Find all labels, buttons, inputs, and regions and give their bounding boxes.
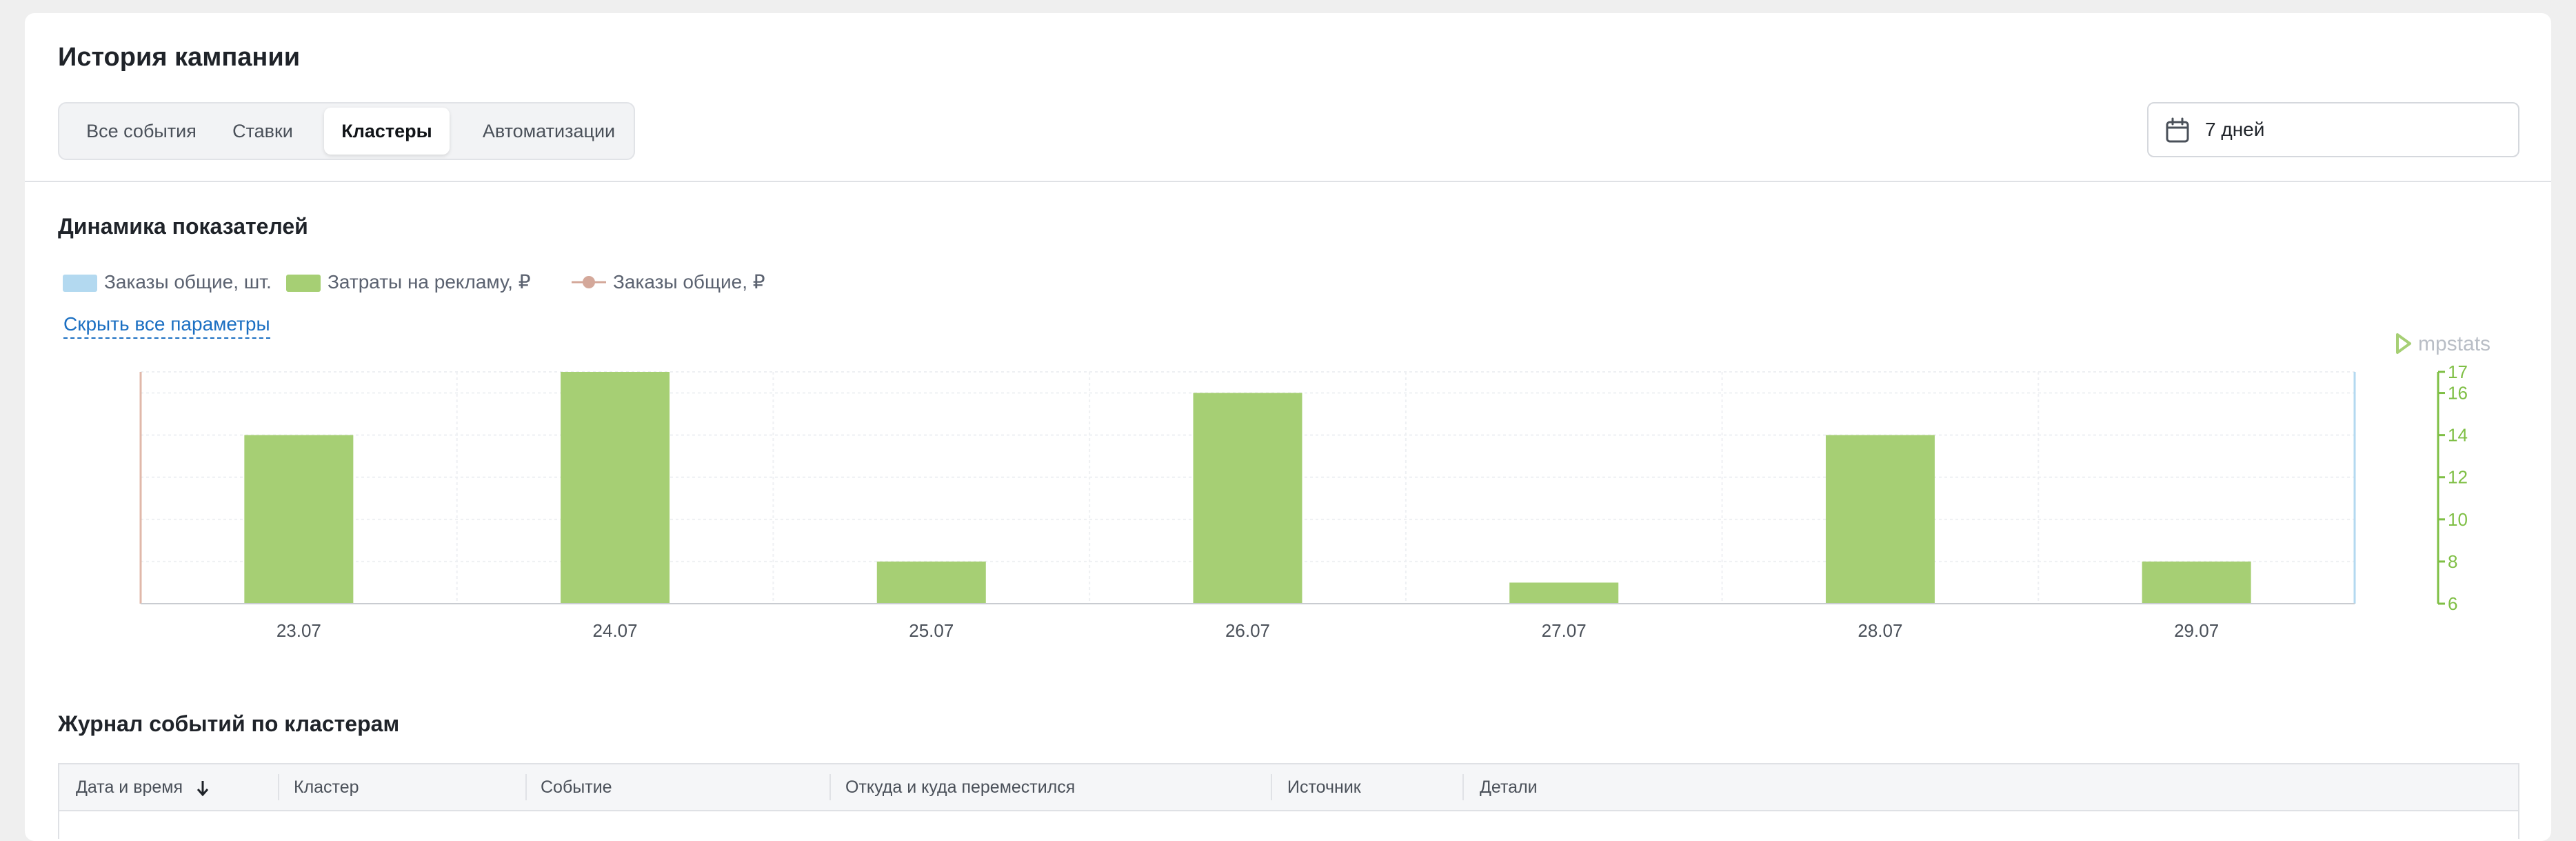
x-tick-label: 29.07 (2174, 620, 2219, 641)
period-label: 7 дней (2205, 119, 2265, 140)
column-separator (525, 774, 527, 800)
sort-desc-icon (197, 781, 209, 797)
header-divider (25, 181, 2551, 182)
metrics-title: Динамика показателей (58, 214, 308, 239)
chart-bars (244, 372, 2251, 604)
x-tick-label: 26.07 (1225, 620, 1270, 641)
table-row[interactable] (58, 811, 2519, 839)
watermark-text: mpstats (2418, 333, 2491, 355)
legend-label-ad-spend: Затраты на рекламу, ₽ (328, 271, 531, 293)
chart-y-labels: 1716 14 12 10 8 6 (2448, 362, 2468, 614)
legend-swatch-ad-spend (286, 275, 321, 292)
bar-26.07 (1193, 393, 1302, 604)
col-source: Источник (1287, 778, 1361, 797)
col-moved: Откуда и куда переместился (845, 778, 1076, 797)
metrics-chart: 23.07 24.07 25.07 26.07 27.07 28.07 29.07 1716… (139, 362, 2468, 641)
x-tick-label: 24.07 (593, 620, 638, 641)
y-tick-label: 16 (2448, 383, 2468, 404)
col-date-time-label: Дата и время (76, 778, 183, 797)
legend-swatch-orders-count (63, 275, 97, 292)
page-title: История кампании (58, 43, 301, 72)
history-tabs: Все события Ставки Кластеры Автоматизаци… (58, 102, 635, 160)
campaign-history-card: История кампании Все события Ставки Клас… (25, 13, 2551, 841)
y-tick-label: 17 (2448, 362, 2468, 382)
y-tick-label: 12 (2448, 467, 2468, 488)
bar-29.07 (2142, 561, 2251, 604)
col-date-time[interactable]: Дата и время (76, 764, 210, 810)
col-details: Детали (1480, 778, 1538, 797)
column-separator (829, 774, 831, 800)
bar-24.07 (561, 372, 670, 604)
x-tick-label: 28.07 (1858, 620, 1902, 641)
bar-28.07 (1825, 435, 1935, 604)
col-event: Событие (541, 778, 612, 797)
column-separator (1271, 774, 1272, 800)
y-tick-label: 14 (2448, 425, 2468, 446)
bar-27.07 (1509, 582, 1619, 604)
period-select[interactable]: 7 дней (2147, 102, 2519, 157)
hide-all-params-link[interactable]: Скрыть все параметры (63, 311, 270, 339)
tab-clusters[interactable]: Кластеры (324, 108, 450, 155)
y-tick-label: 6 (2448, 593, 2457, 614)
legend-label-orders-rub: Заказы общие, ₽ (613, 271, 765, 293)
journal-title: Журнал событий по кластерам (58, 711, 400, 736)
legend-label-orders-count: Заказы общие, шт. (104, 271, 272, 293)
tab-all-events[interactable]: Все события (66, 108, 217, 155)
bar-25.07 (876, 561, 986, 604)
journal-table-header: Дата и время Кластер Событие Откуда и ку… (58, 763, 2519, 811)
chart-x-labels: 23.07 24.07 25.07 26.07 27.07 28.07 29.07 (276, 620, 2219, 641)
column-separator (1462, 774, 1464, 800)
tab-automations[interactable]: Автоматизации (466, 108, 632, 155)
mpstats-logo-icon (2396, 333, 2411, 354)
x-tick-label: 27.07 (1542, 620, 1587, 641)
calendar-icon (2166, 117, 2189, 143)
bar-23.07 (244, 435, 354, 604)
x-tick-label: 23.07 (276, 620, 321, 641)
line-marker-icon (572, 276, 606, 288)
col-cluster: Кластер (294, 778, 359, 797)
tab-bids[interactable]: Ставки (226, 108, 299, 155)
column-separator (278, 774, 279, 800)
y-tick-label: 10 (2448, 509, 2468, 530)
x-tick-label: 25.07 (909, 620, 954, 641)
y-tick-label: 8 (2448, 551, 2457, 572)
